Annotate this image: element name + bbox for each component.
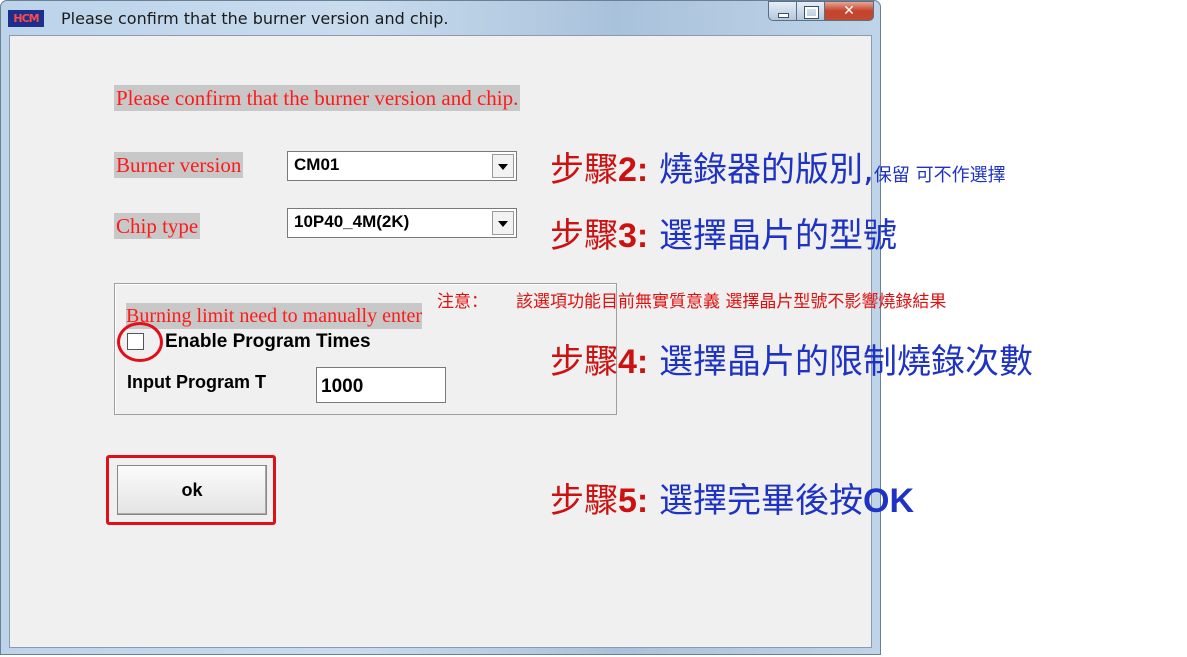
program-limit-label: Burning limit need to manually enter <box>126 303 423 329</box>
note-annotation: 注意： 該選項功能目前無實質意義 選擇晶片型號不影響燒錄結果 <box>437 287 946 312</box>
step3-text: 選擇晶片的型號 <box>648 216 898 256</box>
chevron-down-icon[interactable] <box>492 211 514 235</box>
step4-number: 4: <box>618 343 649 381</box>
step2-prefix: 步驟 <box>550 150 618 190</box>
chip-type-label: Chip type <box>114 213 201 239</box>
checkbox-highlight-circle <box>117 322 163 362</box>
note-label: 注意： <box>437 292 488 312</box>
step4-text: 選擇晶片的限制燒錄次數 <box>648 342 1034 382</box>
enable-program-times-label[interactable]: Enable Program Times <box>165 331 371 353</box>
step2-annotation: 步驟2: 燒錄器的版別,保留 可不作選擇 <box>550 148 1006 198</box>
step5-prefix: 步驟 <box>550 481 618 521</box>
burner-version-select[interactable]: CM01 <box>287 151 517 181</box>
title-bar[interactable]: HCM Please confirm that the burner versi… <box>1 1 880 35</box>
step2-small-text: 保留 可不作選擇 <box>873 165 1006 186</box>
note-text: 該選項功能目前無實質意義 選擇晶片型號不影響燒錄結果 <box>516 292 947 312</box>
confirm-heading: Please confirm that the burner version a… <box>114 85 521 111</box>
step2-number: 2: <box>618 151 649 189</box>
step2-text: 燒錄器的版別, <box>648 150 874 190</box>
step3-annotation: 步驟3: 選擇晶片的型號 <box>550 214 897 258</box>
maximize-button[interactable] <box>796 1 824 21</box>
step3-number: 3: <box>618 217 649 255</box>
program-times-input[interactable]: 1000 <box>316 367 446 403</box>
burner-version-value: CM01 <box>294 155 340 174</box>
chevron-down-icon[interactable] <box>492 154 514 178</box>
window-title: Please confirm that the burner version a… <box>61 9 449 28</box>
step4-annotation: 步驟4: 選擇晶片的限制燒錄次數 <box>550 340 1033 384</box>
ok-highlight-box <box>106 455 276 525</box>
step3-prefix: 步驟 <box>550 216 618 256</box>
input-program-times-label: Input Program T <box>127 372 266 392</box>
chip-type-select[interactable]: 10P40_4M(2K) <box>287 208 517 238</box>
caption-buttons: ✕ <box>768 1 874 23</box>
step4-prefix: 步驟 <box>550 342 618 382</box>
burner-version-label: Burner version <box>114 152 244 178</box>
app-icon: HCM <box>8 10 44 27</box>
close-button[interactable]: ✕ <box>824 1 874 21</box>
close-icon: ✕ <box>843 3 855 19</box>
step5-text: 選擇完畢後按 <box>648 481 864 521</box>
chip-type-value: 10P40_4M(2K) <box>294 212 410 231</box>
step5-ok-text: OK <box>863 482 915 520</box>
step5-number: 5: <box>618 482 649 520</box>
minimize-button[interactable] <box>768 1 796 21</box>
step5-annotation: 步驟5: 選擇完畢後按OK <box>550 479 914 523</box>
